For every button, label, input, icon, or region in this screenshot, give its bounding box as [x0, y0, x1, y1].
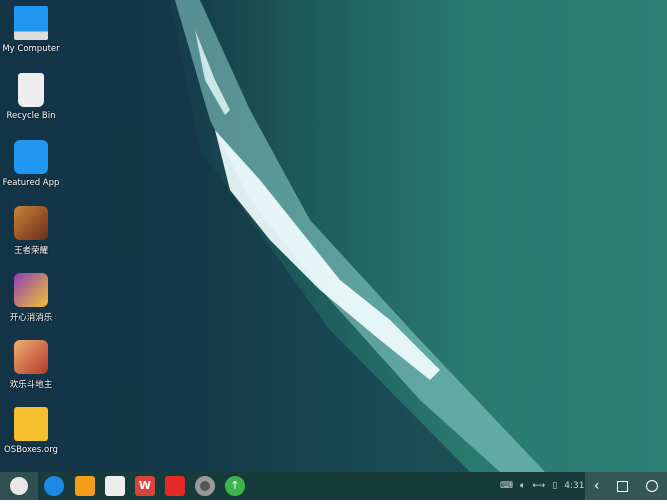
desktop-icon-game-2[interactable]: 开心消消乐	[0, 273, 62, 323]
folder-icon	[14, 407, 48, 441]
volume-icon[interactable]: 🔈︎	[520, 481, 525, 491]
shopping-bag-icon	[14, 140, 48, 174]
notes-icon[interactable]	[105, 476, 125, 496]
icon-label: Featured App	[2, 178, 60, 188]
clock[interactable]: 4:31	[564, 481, 584, 491]
wps-office-icon[interactable]: W	[135, 476, 155, 496]
navigation-bar: ‹	[585, 472, 667, 500]
desktop-icon-my-computer[interactable]: My Computer	[0, 6, 62, 54]
game-icon	[14, 206, 48, 240]
taskbar: W ↑ ⌨ 🔈︎ ⟷ ▯ 4:31 ‹	[0, 472, 667, 500]
back-icon[interactable]: ‹	[594, 478, 600, 494]
game-icon	[14, 273, 48, 307]
keyboard-icon[interactable]: ⌨	[500, 481, 513, 491]
file-manager-icon[interactable]	[75, 476, 95, 496]
network-icon[interactable]: ⟷	[532, 481, 545, 491]
browser-icon[interactable]	[44, 476, 64, 496]
icon-label: 欢乐斗地主	[9, 380, 53, 390]
settings-icon[interactable]	[195, 476, 215, 496]
mail-icon[interactable]	[165, 476, 185, 496]
system-tray: ⌨ 🔈︎ ⟷ ▯ 4:31	[500, 472, 590, 500]
phoenix-logo-icon	[10, 477, 28, 495]
home-square-icon[interactable]	[617, 480, 629, 492]
desktop-icon-game-1[interactable]: 王者荣耀	[0, 206, 62, 256]
icon-label: My Computer	[2, 44, 60, 54]
desktop-wallpaper	[0, 0, 667, 500]
recents-circle-icon[interactable]	[646, 480, 659, 492]
battery-icon[interactable]: ▯	[552, 481, 557, 491]
update-icon[interactable]: ↑	[225, 476, 245, 496]
game-icon	[14, 340, 48, 374]
desktop-icon-featured-app[interactable]: Featured App	[0, 140, 62, 188]
icon-label: 开心消消乐	[9, 313, 53, 323]
trash-icon	[18, 73, 44, 107]
wallpaper-image	[0, 0, 667, 500]
desktop-icon-recycle-bin[interactable]: Recycle Bin	[0, 73, 62, 121]
icon-label: OSBoxes.org	[4, 445, 58, 455]
icon-label: 王者荣耀	[13, 246, 48, 256]
desktop-icon-game-3[interactable]: 欢乐斗地主	[0, 340, 62, 390]
icon-label: Recycle Bin	[6, 111, 56, 121]
start-button[interactable]	[0, 472, 38, 500]
laptop-icon	[14, 6, 48, 40]
desktop-icon-osboxes[interactable]: OSBoxes.org	[0, 407, 62, 455]
